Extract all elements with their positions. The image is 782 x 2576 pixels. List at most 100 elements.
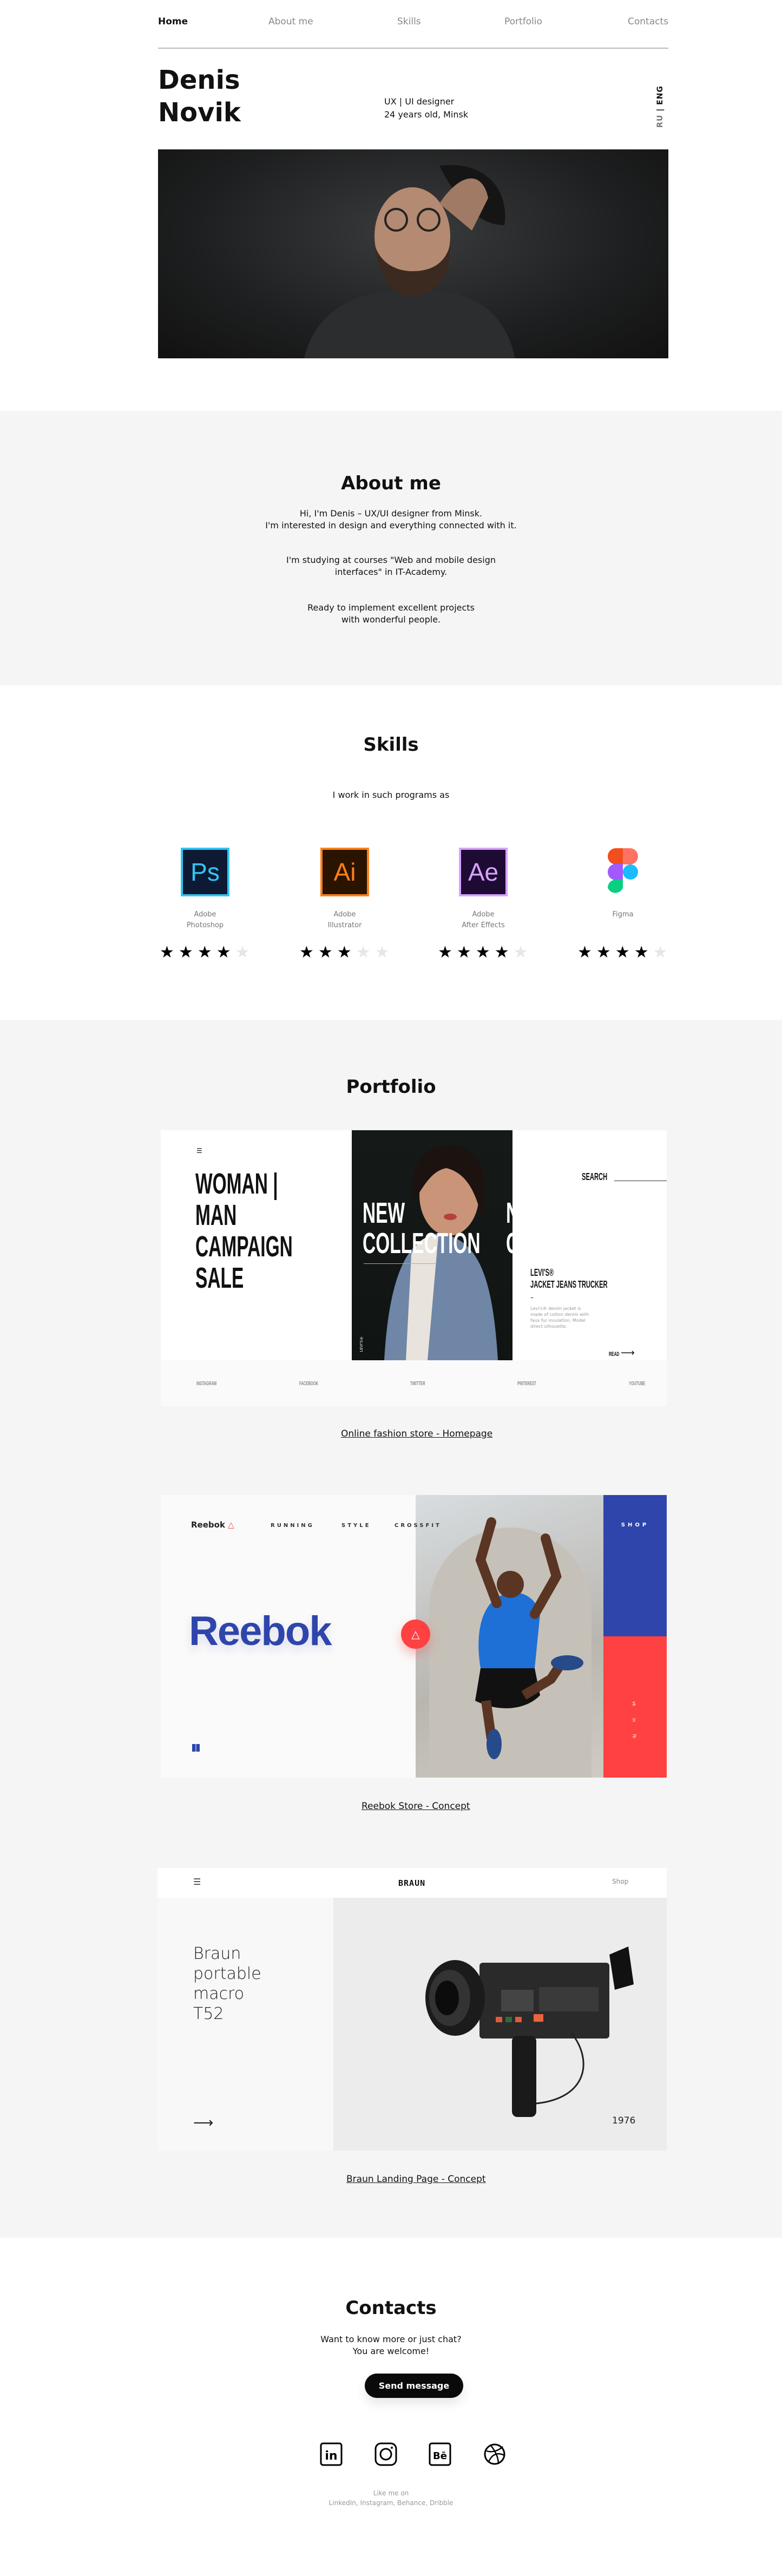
project-link-braun[interactable]: Braun Landing Page - Concept [346, 2174, 486, 2185]
about-title: About me [341, 473, 441, 494]
social-linkedin[interactable]: in [632, 1718, 636, 1722]
star-empty-icon: ★ [356, 943, 375, 962]
project-card-braun[interactable]: ☰ BRAUN Shop Braun portable macro T52 ⟶ … [157, 1868, 667, 2151]
new-collection-clipped: NEW COLLECTION [506, 1198, 512, 1258]
ps-app-icon: Ps [181, 848, 229, 896]
skill-label: Figma [569, 909, 677, 931]
braun-title: Braun portable macro T52 [193, 1944, 261, 2024]
skill-rating: ★★★★★ [299, 943, 394, 962]
braun-year: 1976 [612, 2115, 636, 2126]
like-line: LinkedIn, Instagram, Behance, Dribble [328, 2499, 454, 2507]
braun-shop-link[interactable]: Shop [612, 1878, 628, 1885]
contacts-text: Want to know more or just chat? You are w… [0, 2334, 782, 2357]
search-label[interactable]: SEARCH [582, 1171, 607, 1183]
app-abbr: Ps [190, 858, 220, 886]
social-twitter[interactable]: TWITTER [410, 1381, 425, 1387]
product-name: JACKET JEANS TRUCKER [530, 1279, 608, 1290]
contacts-line: Want to know more or just chat? [320, 2334, 462, 2344]
star-filled-icon: ★ [160, 943, 179, 962]
about-line: with wonderful people. [341, 614, 441, 625]
nav-portfolio[interactable]: Portfolio [504, 16, 542, 27]
shop-panel[interactable]: SHOP [603, 1495, 667, 1636]
last-name: Novik [158, 97, 241, 128]
dribbble-icon[interactable] [483, 2442, 506, 2466]
grid-icon[interactable] [192, 1744, 200, 1752]
first-name: Denis [158, 65, 240, 95]
star-filled-icon: ★ [634, 943, 653, 962]
skill-item: Ps Adobe Photoshop [151, 848, 259, 931]
project-link-reebok[interactable]: Reebok Store - Concept [362, 1801, 470, 1812]
menu-icon: ☰ [196, 1147, 202, 1155]
star-empty-icon: ★ [513, 943, 533, 962]
about-line: interfaces" in IT-Academy. [334, 567, 448, 577]
social-panel: vk in fb [603, 1636, 667, 1778]
lang-sep: | [656, 108, 665, 112]
project-link-fashion[interactable]: Online fashion store - Homepage [341, 1428, 492, 1439]
braun-logo: BRAUN [398, 1878, 426, 1888]
like-line: Like me on [373, 2489, 409, 2497]
nav-home[interactable]: Home [158, 16, 188, 27]
behance-icon[interactable]: Bē [429, 2442, 451, 2466]
social-youtube[interactable]: YOUTUBE [629, 1381, 645, 1387]
fashion-headline: WOMAN | MAN CAMPAIGN SALE [195, 1168, 352, 1294]
star-empty-icon: ★ [235, 943, 254, 962]
skill-label-line: Figma [612, 910, 634, 919]
headline-line: WOMAN | [195, 1168, 278, 1200]
title-line: Braun [193, 1944, 241, 1963]
skills-subtitle: I work in such programs as [332, 790, 450, 800]
skill-item: Ai Adobe Illustrator [291, 848, 399, 931]
nav-skills[interactable]: Skills [397, 16, 421, 27]
project-card-fashion[interactable]: ☰ WOMAN | MAN CAMPAIGN SALE NEW COLLECTI… [161, 1130, 667, 1406]
vertical-brand: LEVI'S® [359, 1336, 364, 1352]
reebok-nav-crossfit[interactable]: CROSSFIT [395, 1523, 442, 1529]
nav-contacts[interactable]: Contacts [628, 16, 668, 27]
skill-rating: ★★★★★ [160, 943, 254, 962]
star-empty-icon: ★ [653, 943, 672, 962]
collection-label: COLLECTION [506, 1228, 512, 1258]
about-paragraph-1: Hi, I'm Denis – UX/UI designer from Mins… [0, 508, 782, 532]
social-facebook[interactable]: FACEBOOK [299, 1381, 318, 1387]
instagram-icon[interactable] [374, 2442, 397, 2466]
social-instagram[interactable]: INSTAGRAM [196, 1381, 216, 1387]
skill-label: Adobe After Effects [429, 909, 537, 931]
project-card-reebok[interactable]: Reebok △ RUNNING STYLE CROSSFIT Reebok △… [161, 1495, 667, 1778]
divider [364, 1263, 437, 1264]
lang-ru[interactable]: RU [656, 115, 665, 128]
star-filled-icon: ★ [438, 943, 457, 962]
arrow-right-icon[interactable]: ⟶ [193, 2115, 213, 2131]
athlete-photo [416, 1495, 603, 1778]
read-link[interactable]: READ [609, 1351, 619, 1358]
app-abbr: Ae [468, 858, 499, 886]
portrait-illustration [304, 165, 515, 358]
social-pinterest[interactable]: PINTEREST [517, 1381, 536, 1387]
star-filled-icon: ★ [216, 943, 235, 962]
star-filled-icon: ★ [318, 943, 337, 962]
social-vk[interactable]: vk [632, 1701, 636, 1706]
reebok-delta-button[interactable]: △ [401, 1620, 430, 1649]
reebok-nav-style[interactable]: STYLE [341, 1523, 371, 1529]
lang-eng[interactable]: ENG [656, 86, 665, 105]
nav-about[interactable]: About me [268, 16, 313, 27]
portfolio-title: Portfolio [346, 1076, 436, 1098]
ae-app-icon: Ae [459, 848, 508, 896]
star-filled-icon: ★ [475, 943, 495, 962]
social-facebook[interactable]: fb [632, 1734, 636, 1739]
braun-header: ☰ BRAUN Shop [157, 1868, 667, 1898]
linkedin-icon[interactable]: in [320, 2442, 343, 2466]
menu-icon[interactable]: ☰ [193, 1877, 201, 1887]
star-filled-icon: ★ [494, 943, 514, 962]
star-filled-icon: ★ [197, 943, 216, 962]
collection-label: COLLECTION [363, 1227, 481, 1260]
reebok-nav-running[interactable]: RUNNING [271, 1523, 314, 1529]
ai-app-icon: Ai [320, 848, 369, 896]
skill-rating: ★★★★★ [438, 943, 533, 962]
skill-label: Adobe Photoshop [151, 909, 259, 931]
skills-title: Skills [363, 734, 419, 756]
product-info: LEVI'S® JACKET JEANS TRUCKER – Levi's® d… [530, 1267, 655, 1329]
about-section [0, 411, 782, 685]
send-message-button[interactable]: Send message [365, 2374, 463, 2398]
arrow-right-icon[interactable]: ⟶ [621, 1347, 635, 1359]
shop-label[interactable]: SHOP [603, 1522, 667, 1528]
reebok-logo-text: Reebok [191, 1520, 225, 1530]
about-paragraph-2: I'm studying at courses "Web and mobile … [0, 554, 782, 578]
